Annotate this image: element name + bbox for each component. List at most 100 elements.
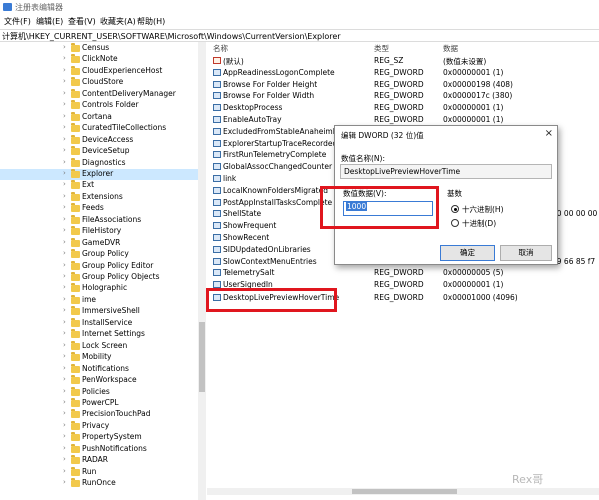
chevron-right-icon[interactable]: › [63,100,66,108]
chevron-right-icon[interactable]: › [63,352,66,360]
value-row[interactable]: (默认) REG_SZ (数值未设置) [207,55,599,67]
tree-item[interactable]: › Explorer [0,168,198,180]
chevron-right-icon[interactable]: › [63,329,66,337]
tree-item[interactable]: › Lock Screen [0,340,198,352]
close-icon[interactable]: × [545,128,553,139]
tree-item[interactable]: › PrecisionTouchPad [0,409,198,420]
chevron-right-icon[interactable]: › [63,387,66,395]
radio-hex[interactable] [451,205,459,213]
tree-item[interactable]: › PowerCPL [0,397,198,409]
tree-item[interactable]: › PushNotifications [0,443,198,455]
tree-item[interactable]: › ClickNote [0,54,198,65]
tree-item[interactable]: › Feeds [0,203,198,214]
chevron-right-icon[interactable]: › [63,306,66,314]
chevron-right-icon[interactable]: › [63,478,66,486]
tree-item[interactable]: › Internet Settings [0,329,198,340]
ok-button[interactable]: 确定 [440,245,495,261]
tree-item[interactable]: › ime [0,294,198,306]
chevron-right-icon[interactable]: › [63,43,66,51]
chevron-right-icon[interactable]: › [63,226,66,234]
value-row[interactable]: DesktopProcess REG_DWORD 0x00000001 (1) [207,102,599,114]
tree-item[interactable]: › Diagnostics [0,157,198,169]
chevron-right-icon[interactable]: › [63,398,66,406]
chevron-right-icon[interactable]: › [63,409,66,417]
value-row[interactable]: TelemetrySalt REG_DWORD 0x00000005 (5) [207,267,599,279]
tree-item[interactable]: › RunOnce [0,478,198,489]
cancel-button[interactable]: 取消 [500,245,552,261]
tree-item[interactable]: › ContentDeliveryManager [0,88,198,100]
column-header-data[interactable]: 数据 [443,43,458,54]
tree-item[interactable]: › RADAR [0,455,198,466]
value-row[interactable]: Browse For Folder Width REG_DWORD 0x000001… [207,90,599,102]
chevron-right-icon[interactable]: › [63,432,66,440]
tree-scrollbar[interactable] [198,42,206,500]
chevron-right-icon[interactable]: › [63,158,66,166]
values-horizontal-scrollbar[interactable] [207,488,599,495]
tree-item[interactable]: › CloudStore [0,77,198,88]
chevron-right-icon[interactable]: › [63,421,66,429]
chevron-right-icon[interactable]: › [63,169,66,177]
horizontal-scrollbar-thumb[interactable] [352,489,457,494]
chevron-right-icon[interactable]: › [63,375,66,383]
tree-item[interactable]: › Group Policy [0,249,198,260]
chevron-right-icon[interactable]: › [63,318,66,326]
chevron-right-icon[interactable]: › [63,364,66,372]
tree-item[interactable]: › InstallService [0,317,198,329]
tree-item[interactable]: › GameDVR [0,237,198,249]
chevron-right-icon[interactable]: › [63,444,66,452]
chevron-right-icon[interactable]: › [63,283,66,291]
menu-view[interactable]: 查看(V) [68,16,96,27]
radio-dec[interactable] [451,219,459,227]
tree-item[interactable]: › Holographic [0,283,198,294]
tree-item[interactable]: › PropertySystem [0,432,198,443]
tree-item[interactable]: › Extensions [0,191,198,203]
chevron-right-icon[interactable]: › [63,54,66,62]
chevron-right-icon[interactable]: › [63,66,66,74]
chevron-right-icon[interactable]: › [63,238,66,246]
tree-item[interactable]: › Run [0,466,198,478]
radio-dec-label[interactable]: 十进制(D) [462,218,496,229]
tree-item[interactable]: › Cortana [0,111,198,123]
chevron-right-icon[interactable]: › [63,455,66,463]
chevron-right-icon[interactable]: › [63,146,66,154]
chevron-right-icon[interactable]: › [63,112,66,120]
menu-file[interactable]: 文件(F) [4,16,31,27]
value-row[interactable]: AppReadinessLogonComplete REG_DWORD 0x0000… [207,67,599,79]
menu-help[interactable]: 帮助(H) [137,16,165,27]
menu-favorites[interactable]: 收藏夹(A) [100,16,136,27]
chevron-right-icon[interactable]: › [63,467,66,475]
tree-scrollbar-thumb[interactable] [199,322,205,392]
chevron-right-icon[interactable]: › [63,192,66,200]
chevron-right-icon[interactable]: › [63,341,66,349]
tree-item[interactable]: › Ext [0,180,198,191]
tree-item[interactable]: › Policies [0,386,198,398]
tree-item[interactable]: › FileHistory [0,226,198,237]
tree-item[interactable]: › Notifications [0,363,198,375]
chevron-right-icon[interactable]: › [63,135,66,143]
chevron-right-icon[interactable]: › [63,203,66,211]
menu-edit[interactable]: 编辑(E) [36,16,63,27]
column-header-name[interactable]: 名称 [213,43,228,54]
tree-item[interactable]: › DeviceSetup [0,146,198,157]
chevron-right-icon[interactable]: › [63,295,66,303]
chevron-right-icon[interactable]: › [63,261,66,269]
radio-hex-label[interactable]: 十六进制(H) [462,204,504,215]
chevron-right-icon[interactable]: › [63,89,66,97]
tree-item[interactable]: › DeviceAccess [0,134,198,146]
tree-item[interactable]: › CloudExperienceHost [0,65,198,77]
key-tree[interactable]: › Census › ClickNote › CloudExperienceHost › Cl… [0,42,198,500]
values-list[interactable]: 名称 类型 数据 (默认) REG_SZ (数值未设置) AppReadinessLo… [207,42,599,500]
address-bar[interactable]: 计算机\HKEY_CURRENT_USER\SOFTWARE\Microsoft… [0,29,599,42]
chevron-right-icon[interactable]: › [63,215,66,223]
tree-item[interactable]: › Group Policy Objects [0,272,198,283]
tree-item[interactable]: › ImmersiveShell [0,306,198,317]
chevron-right-icon[interactable]: › [63,77,66,85]
chevron-right-icon[interactable]: › [63,180,66,188]
tree-item[interactable]: › Group Policy Editor [0,260,198,272]
tree-item[interactable]: › Census [0,43,198,54]
chevron-right-icon[interactable]: › [63,249,66,257]
value-row[interactable]: Browse For Folder Height REG_DWORD 0x00000… [207,79,599,91]
column-header-type[interactable]: 类型 [374,43,389,54]
chevron-right-icon[interactable]: › [63,123,66,131]
tree-item[interactable]: › CuratedTileCollections [0,123,198,134]
